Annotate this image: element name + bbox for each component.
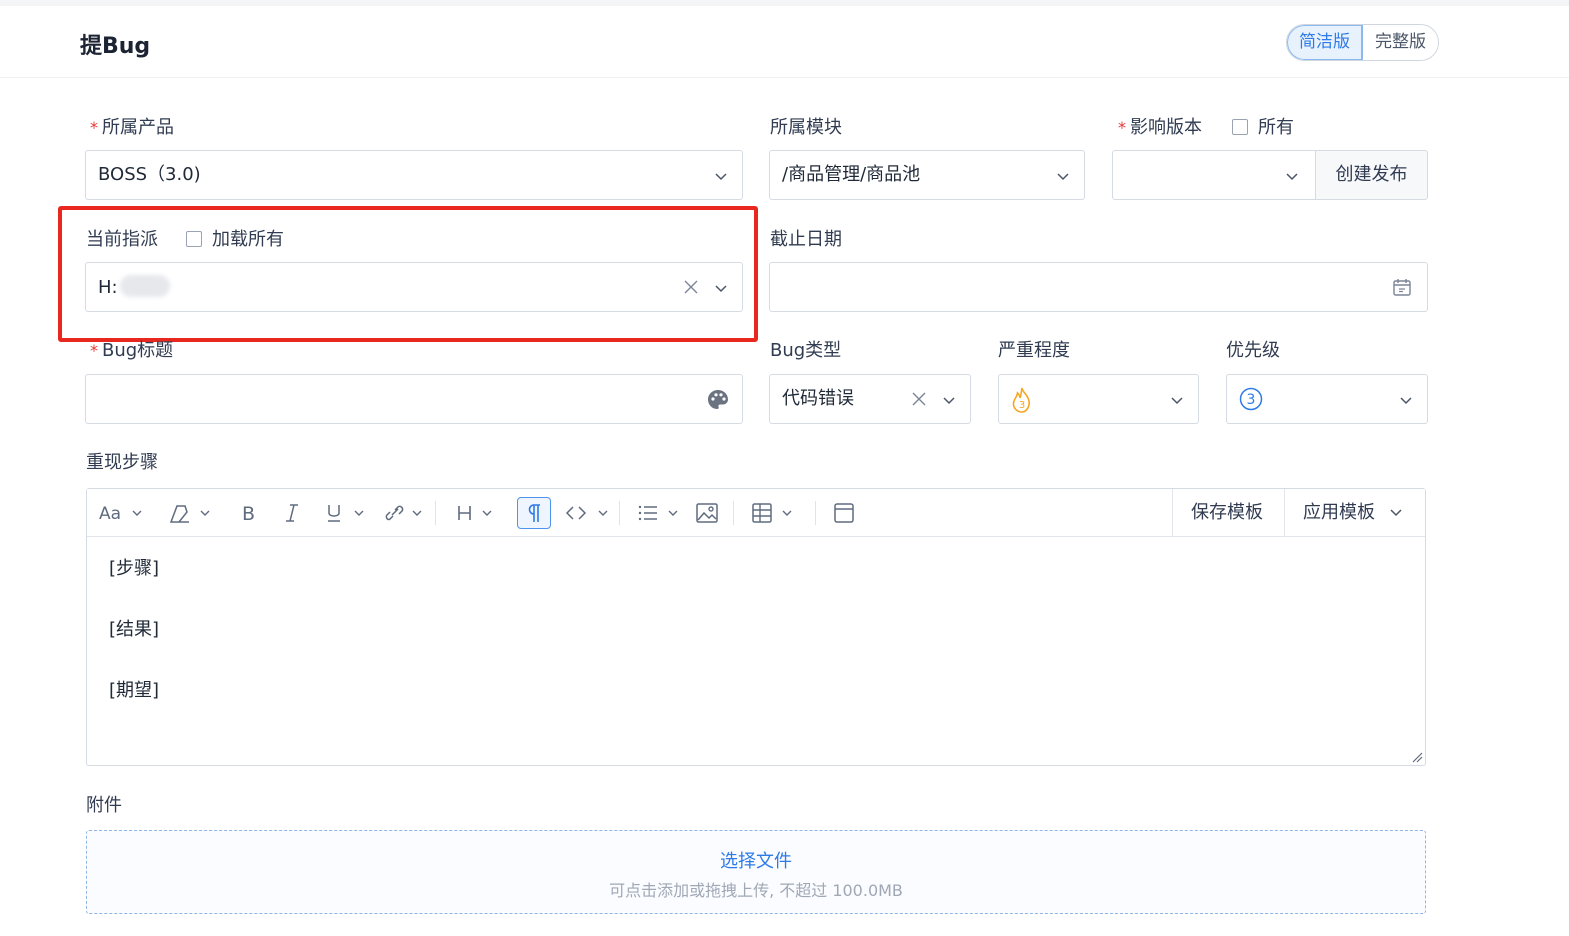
upload-hint: 可点击添加或拖拽上传, 不超过 100.0MB <box>609 881 903 900</box>
page-header: 提Bug 简洁版 完整版 <box>0 6 1569 78</box>
fullscreen-button[interactable] <box>833 499 855 527</box>
image-button[interactable] <box>695 499 719 527</box>
bug-type-label: Bug类型 <box>770 340 842 361</box>
toolbar-divider <box>815 501 816 525</box>
module-select[interactable]: /商品管理/商品池 <box>769 150 1085 200</box>
pilcrow-icon <box>528 504 540 522</box>
heading-button[interactable] <box>455 499 499 527</box>
chevron-down-icon <box>1390 509 1402 517</box>
attachment-label: 附件 <box>86 795 122 816</box>
priority-label: 优先级 <box>1226 340 1280 361</box>
module-label: 所属模块 <box>770 117 842 138</box>
product-label: * 所属产品 <box>90 117 174 138</box>
deadline-label: 截止日期 <box>770 229 842 250</box>
editor-content[interactable]: [步骤] [结果] [期望] <box>109 557 159 740</box>
paragraph-button[interactable] <box>517 497 551 529</box>
module-value: /商品管理/商品池 <box>782 164 921 185</box>
priority-select[interactable]: 3 <box>1226 374 1428 424</box>
toolbar-divider <box>435 501 436 525</box>
required-mark: * <box>90 341 98 360</box>
resize-handle-icon[interactable] <box>1411 751 1423 763</box>
version-label: * 影响版本 <box>1118 117 1202 138</box>
deadline-date-input[interactable] <box>769 262 1428 312</box>
clear-icon[interactable] <box>911 391 927 407</box>
italic-icon <box>286 504 298 522</box>
svg-text:Aa: Aa <box>99 504 121 523</box>
expect-line: [期望] <box>109 680 160 701</box>
toolbar-divider <box>619 501 620 525</box>
chevron-down-icon <box>1057 173 1069 181</box>
calendar-icon[interactable] <box>1392 277 1412 297</box>
product-select[interactable]: BOSS（3.0) <box>85 150 743 200</box>
steps-rich-editor[interactable]: Aa B 保存模板 应用模板 [步骤] [结果] [期望] <box>86 488 1426 766</box>
highlighter-icon <box>169 505 210 523</box>
required-mark: * <box>1118 118 1126 137</box>
underline-icon <box>328 505 364 522</box>
bold-button[interactable]: B <box>239 499 259 527</box>
file-drop-zone[interactable]: 选择文件 可点击添加或拖拽上传, 不超过 100.0MB <box>86 830 1426 914</box>
severity-select[interactable]: 3 <box>998 374 1199 424</box>
table-button[interactable] <box>751 499 797 527</box>
bold-icon: B <box>242 503 255 524</box>
priority-circle-icon: 3 <box>1239 387 1263 411</box>
table-icon <box>752 503 792 523</box>
mode-simple-button[interactable]: 简洁版 <box>1287 25 1363 60</box>
code-icon <box>565 506 608 520</box>
code-button[interactable] <box>565 499 613 527</box>
flame-icon: 3 <box>1012 387 1030 413</box>
priority-value: 3 <box>1247 392 1256 408</box>
underline-button[interactable] <box>325 499 367 527</box>
product-value: BOSS（3.0) <box>98 164 201 185</box>
version-select[interactable] <box>1112 150 1316 200</box>
list-icon <box>638 505 678 521</box>
steps-label: 重现步骤 <box>86 452 158 473</box>
list-button[interactable] <box>637 499 683 527</box>
result-line: [结果] <box>109 619 160 640</box>
required-mark: * <box>90 118 98 137</box>
severity-value: 3 <box>1019 400 1025 411</box>
version-all-checkbox[interactable]: 所有 <box>1232 116 1294 140</box>
bug-title-input[interactable] <box>85 374 743 424</box>
severity-label: 严重程度 <box>998 340 1070 361</box>
page-title: 提Bug <box>80 34 151 59</box>
image-icon <box>696 503 718 523</box>
bug-type-select[interactable]: 代码错误 <box>769 374 971 424</box>
italic-button[interactable] <box>282 499 302 527</box>
link-button[interactable] <box>383 499 427 527</box>
svg-text:B: B <box>242 503 255 524</box>
chevron-down-icon <box>1286 173 1298 181</box>
save-template-button[interactable]: 保存模板 <box>1172 489 1281 537</box>
mode-switch: 简洁版 完整版 <box>1286 24 1439 61</box>
mode-full-button[interactable]: 完整版 <box>1363 25 1438 60</box>
chevron-down-icon <box>1171 397 1183 405</box>
chevron-down-icon <box>1400 397 1412 405</box>
annotation-highlight-box <box>58 206 758 342</box>
bug-type-value: 代码错误 <box>782 388 854 409</box>
font-size-button[interactable]: Aa <box>99 499 143 527</box>
text-color-button[interactable] <box>167 499 213 527</box>
create-release-button[interactable]: 创建发布 <box>1315 150 1428 200</box>
choose-file-link[interactable]: 选择文件 <box>87 847 1425 873</box>
bug-title-label: * Bug标题 <box>90 340 174 361</box>
palette-icon[interactable] <box>706 388 730 412</box>
editor-toolbar: Aa B 保存模板 应用模板 <box>87 489 1425 537</box>
window-icon <box>834 503 854 523</box>
toolbar-divider <box>733 501 734 525</box>
heading-icon <box>458 506 492 520</box>
chevron-down-icon <box>943 397 955 405</box>
apply-template-button[interactable]: 应用模板 <box>1284 489 1425 537</box>
font-size-icon: Aa <box>99 504 142 523</box>
checkbox[interactable] <box>1232 119 1248 135</box>
link-icon <box>385 505 422 521</box>
step-line: [步骤] <box>109 558 160 579</box>
chevron-down-icon <box>715 173 727 181</box>
